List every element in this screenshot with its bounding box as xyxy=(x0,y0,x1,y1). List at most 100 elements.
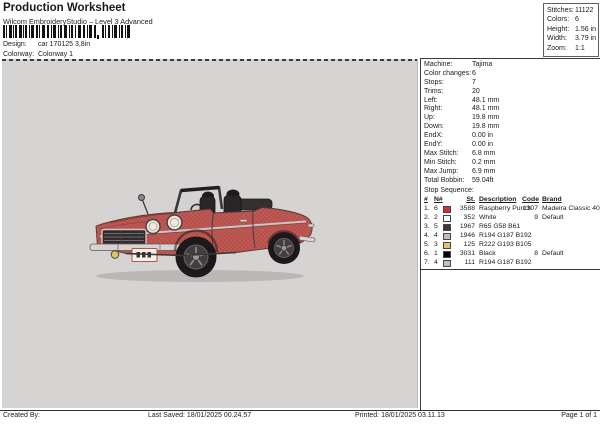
thread-color-swatch xyxy=(443,215,451,222)
stop-sequence-divider xyxy=(421,269,600,270)
summary-row: Colors:6 xyxy=(547,15,598,24)
machine-info-row: EndX:0.00 in xyxy=(424,132,600,141)
stop-sequence-column-header: St. xyxy=(456,195,476,204)
stitch-count: 1946 xyxy=(456,231,476,240)
thread-description: Raspberry Punch xyxy=(476,204,522,213)
footer-printed: Printed: 18/01/2025 03.11.13 xyxy=(355,412,445,419)
summary-row: Stitches:11122 xyxy=(547,6,598,15)
stop-sequence-row: 2.2352White9Default xyxy=(421,213,600,222)
machine-info-label: EndY: xyxy=(424,141,472,150)
machine-info-row: Up:19.8 mm xyxy=(424,114,600,123)
summary-row: Height:1.56 in xyxy=(547,25,598,34)
thread-description: R65 G58 B61 xyxy=(476,222,522,231)
thread-brand: Default xyxy=(539,213,596,222)
machine-info-row: Color changes:6 xyxy=(424,70,600,79)
stitch-count: 111 xyxy=(456,258,476,267)
machine-info-label: Machine: xyxy=(424,61,472,70)
machine-info-value: 6 xyxy=(472,70,476,79)
machine-info-row: Max Jump:6.9 mm xyxy=(424,168,600,177)
thread-code: 1307 xyxy=(522,204,539,213)
machine-info-value: 0.00 in xyxy=(472,132,493,141)
thread-description: Black xyxy=(476,249,522,258)
design-meta-row: Design:car 170125 3,8in xyxy=(3,40,90,49)
stitch-count: 3588 xyxy=(456,204,476,213)
stop-sequence-row: 6.13031Black8Default xyxy=(421,249,600,258)
needle-number: 4 xyxy=(434,258,443,267)
summary-row: Width:3.79 in xyxy=(547,34,598,43)
stitch-count: 125 xyxy=(456,240,476,249)
fog-lamp xyxy=(111,251,119,259)
stop-sequence-column-header: Brand xyxy=(539,195,596,204)
thread-description: R222 G193 B105 xyxy=(476,240,522,249)
stop-number: 4. xyxy=(424,231,434,240)
mirror-stem xyxy=(142,199,148,214)
stop-number: 5. xyxy=(424,240,434,249)
machine-info-value: 0.00 in xyxy=(472,141,493,150)
headlight-left xyxy=(146,220,160,234)
colorway-label: Colorway: xyxy=(3,50,38,59)
machine-info-value: 7 xyxy=(472,79,476,88)
machine-info-row: Max Stitch:6.8 mm xyxy=(424,150,600,159)
machine-info-row: Right:48.1 mm xyxy=(424,105,600,114)
stop-sequence-column-header: Code xyxy=(522,195,539,204)
needle-number: 1 xyxy=(434,249,443,258)
stop-sequence-row: 5.3125R222 G193 B105 xyxy=(421,240,600,249)
needle-number: 4 xyxy=(434,231,443,240)
design-preview-car xyxy=(88,184,320,288)
machine-info-label: Max Stitch: xyxy=(424,150,472,159)
thread-brand: Madeira Classic 40 xyxy=(539,204,596,213)
needle-number: 6 xyxy=(434,204,443,213)
stop-sequence-row: 4.41946R194 G187 B192 xyxy=(421,231,600,240)
footer-last-saved: Last Saved: 18/01/2025 00.24.57 xyxy=(148,412,251,419)
machine-info-label: Total Bobbin: xyxy=(424,177,472,186)
barcode xyxy=(3,25,131,39)
machine-info-value: 19.8 mm xyxy=(472,114,499,123)
machine-info-value: 19.8 mm xyxy=(472,123,499,132)
machine-info-value: Tajima xyxy=(472,61,492,70)
stop-sequence-rows: 1.6 3588Raspberry Punch1307Madeira Classi… xyxy=(421,204,600,267)
summary-value: 3.79 in xyxy=(575,34,596,43)
machine-info-row: Down:19.8 mm xyxy=(424,123,600,132)
summary-value: 1.56 in xyxy=(575,25,596,34)
machine-info-label: Stops: xyxy=(424,79,472,88)
footer-created-by: Created By: xyxy=(3,412,40,419)
footer-page-number: Page 1 of 1 xyxy=(561,412,597,419)
machine-info-label: Min Stitch: xyxy=(424,159,472,168)
thread-color-swatch xyxy=(443,251,451,258)
design-label: Design: xyxy=(3,40,38,49)
stop-sequence-column-header: # xyxy=(424,195,434,204)
stop-sequence-title: Stop Sequence: xyxy=(421,186,600,195)
machine-info-row: Stops:7 xyxy=(424,79,600,88)
stitch-count: 352 xyxy=(456,213,476,222)
stitch-count: 1967 xyxy=(456,222,476,231)
summary-value: 1:1 xyxy=(575,44,585,53)
machine-info-value: 6.8 mm xyxy=(472,150,495,159)
stitch-count: 3031 xyxy=(456,249,476,258)
footer-divider xyxy=(0,410,600,411)
stop-sequence-row: 3.51967R65 G58 B61 xyxy=(421,222,600,231)
thread-color-swatch xyxy=(443,233,451,240)
summary-value: 6 xyxy=(575,15,579,24)
machine-info-label: Trims: xyxy=(424,88,472,97)
stop-sequence-column-header: Description xyxy=(476,195,522,204)
thread-color-swatch xyxy=(443,260,451,267)
machine-info-row: EndY:0.00 in xyxy=(424,141,600,150)
thread-color-swatch xyxy=(443,242,451,249)
machine-info-label: Right: xyxy=(424,105,472,114)
stop-number: 7. xyxy=(424,258,434,267)
machine-info-label: Color changes: xyxy=(424,70,472,79)
needle-number: 5 xyxy=(434,222,443,231)
summary-value: 11122 xyxy=(575,6,593,15)
info-panel: Machine:TajimaColor changes:6Stops:7Trim… xyxy=(420,58,600,410)
rear-wheel xyxy=(268,232,300,264)
design-canvas xyxy=(2,59,418,408)
machine-info-row: Total Bobbin:59.04ft xyxy=(424,177,600,186)
machine-info-row: Trims:20 xyxy=(424,88,600,97)
stop-number: 1. xyxy=(424,204,434,213)
thread-description: R194 G187 B192 xyxy=(476,258,522,267)
stop-sequence-column-header: N# xyxy=(434,195,443,204)
thread-description: White xyxy=(476,213,522,222)
mirror-icon xyxy=(139,195,145,201)
stop-sequence-row: 7.4 111R194 G187 B192 xyxy=(421,258,600,267)
machine-info-value: 48.1 mm xyxy=(472,105,499,114)
